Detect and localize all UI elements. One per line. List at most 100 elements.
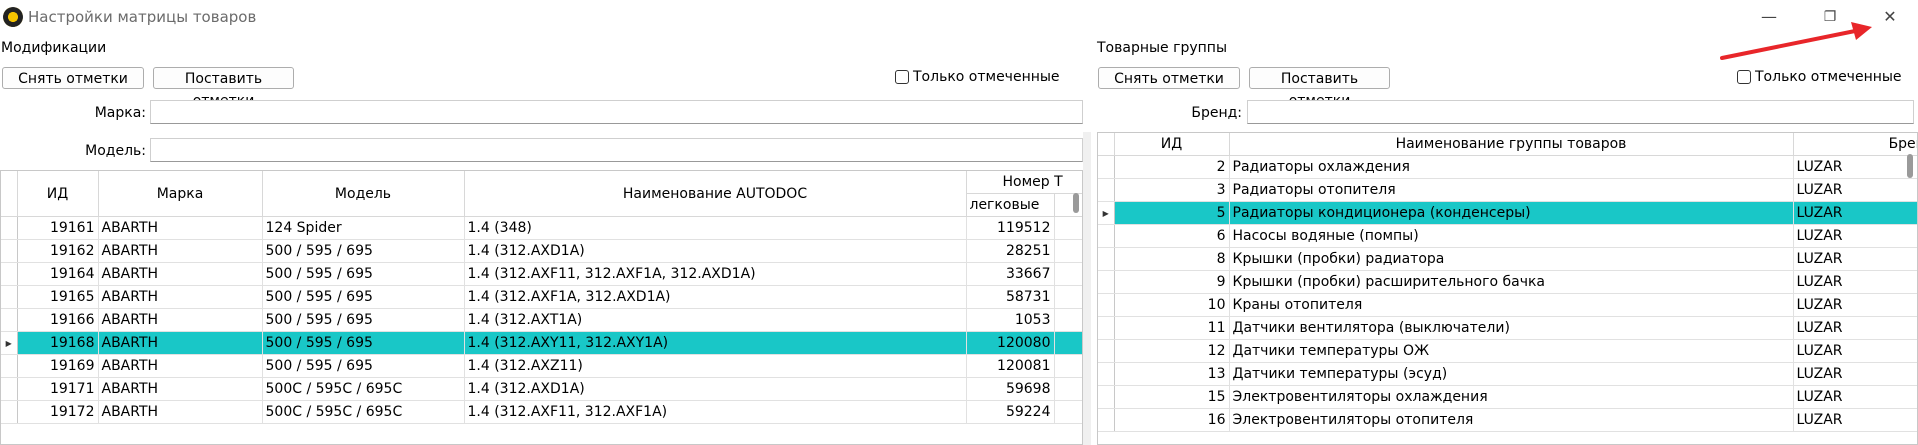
product-group-row[interactable]: 15 Электровентиляторы охлаждения LUZAR [1098, 385, 1917, 409]
product-group-row[interactable]: 2 Радиаторы охлаждения LUZAR [1098, 155, 1917, 179]
cell-autodoc-name[interactable]: 1.4 (312.AXF11, 312.AXF1A, 312.AXD1A) [464, 262, 967, 286]
row-selector[interactable] [1098, 408, 1115, 432]
cell-model[interactable]: 500 / 595 / 695 [262, 331, 465, 355]
modification-row[interactable]: 19161 ABARTH 124 Spider 1.4 (348) 119512 [1, 216, 1082, 240]
product-group-row[interactable]: 12 Датчики температуры ОЖ LUZAR [1098, 339, 1917, 363]
checkbox-box[interactable] [895, 70, 909, 84]
row-selector[interactable] [1098, 224, 1115, 248]
cell-brand[interactable]: ABARTH [98, 377, 263, 401]
cell-group-name[interactable]: Насосы водяные (помпы) [1229, 224, 1794, 248]
right-clear-marks-button[interactable]: Снять отметки [1098, 67, 1240, 89]
product-group-row[interactable]: 8 Крышки (пробки) радиатора LUZAR [1098, 247, 1917, 271]
cell-group-brand[interactable]: LUZAR [1793, 201, 1917, 225]
right-only-marked-checkbox[interactable]: Только отмеченные [1737, 69, 1902, 85]
cell-id[interactable]: 19162 [17, 239, 99, 263]
col-header-group-brand[interactable]: Бренд [1793, 133, 1917, 156]
cell-cars-number[interactable]: 120080 [966, 331, 1055, 355]
cell-model[interactable]: 500 / 595 / 695 [262, 308, 465, 332]
modification-row[interactable]: 19169 ABARTH 500 / 595 / 695 1.4 (312.AXZ11… [1, 354, 1082, 378]
modification-row[interactable]: ▶ 19168 ABARTH 500 / 595 / 695 1.4 (312.AXY1… [1, 331, 1082, 355]
cell-group-brand[interactable]: LUZAR [1793, 362, 1917, 386]
cell-model[interactable]: 500 / 595 / 695 [262, 285, 465, 309]
right-vertical-scrollbar[interactable] [1907, 154, 1913, 178]
cell-cars-number[interactable]: 59698 [966, 377, 1055, 401]
modification-row[interactable]: 19171 ABARTH 500C / 595C / 695C 1.4 (312.AX… [1, 377, 1082, 401]
cell-brand[interactable]: ABARTH [98, 331, 263, 355]
product-group-row[interactable]: ▶ 5 Радиаторы кондиционера (конденсеры) LUZ… [1098, 201, 1917, 225]
row-selector[interactable]: ▶ [1098, 201, 1115, 225]
row-selector[interactable] [1098, 316, 1115, 340]
row-selector[interactable] [1, 239, 18, 263]
left-only-marked-checkbox[interactable]: Только отмеченные [895, 69, 1060, 85]
row-selector[interactable] [1, 216, 18, 240]
cell-brand[interactable]: ABARTH [98, 216, 263, 240]
minimize-button[interactable]: — [1757, 6, 1781, 28]
cell-model[interactable]: 500 / 595 / 695 [262, 239, 465, 263]
cell-model[interactable]: 500 / 595 / 695 [262, 262, 465, 286]
cell-autodoc-name[interactable]: 1.4 (312.AXY11, 312.AXY1A) [464, 331, 967, 355]
product-group-row[interactable]: 13 Датчики температуры (эсуд) LUZAR [1098, 362, 1917, 386]
cell-group-brand[interactable]: LUZAR [1793, 339, 1917, 363]
modification-row[interactable]: 19162 ABARTH 500 / 595 / 695 1.4 (312.AXD1A… [1, 239, 1082, 263]
product-group-row[interactable]: 3 Радиаторы отопителя LUZAR [1098, 178, 1917, 202]
row-selector[interactable] [1098, 155, 1115, 179]
cell-group-id[interactable]: 16 [1114, 408, 1230, 432]
cell-group-id[interactable]: 12 [1114, 339, 1230, 363]
cell-group-id[interactable]: 5 [1114, 201, 1230, 225]
col-header-group-name[interactable]: Наименование группы товаров [1229, 133, 1794, 156]
cell-extra[interactable] [1054, 308, 1082, 332]
cell-group-brand[interactable]: LUZAR [1793, 155, 1917, 179]
modification-row[interactable]: 19164 ABARTH 500 / 595 / 695 1.4 (312.AXF11… [1, 262, 1082, 286]
cell-extra[interactable] [1054, 216, 1082, 240]
cell-model[interactable]: 124 Spider [262, 216, 465, 240]
cell-group-id[interactable]: 11 [1114, 316, 1230, 340]
cell-group-id[interactable]: 2 [1114, 155, 1230, 179]
cell-extra[interactable] [1054, 331, 1082, 355]
cell-extra[interactable] [1054, 400, 1082, 424]
cell-group-id[interactable]: 8 [1114, 247, 1230, 271]
cell-group-name[interactable]: Радиаторы охлаждения [1229, 155, 1794, 179]
cell-extra[interactable] [1054, 285, 1082, 309]
cell-group-id[interactable]: 6 [1114, 224, 1230, 248]
row-selector[interactable]: ▶ [1, 331, 18, 355]
row-selector[interactable] [1098, 339, 1115, 363]
cell-id[interactable]: 19165 [17, 285, 99, 309]
brand-filter-input[interactable] [150, 100, 1083, 124]
modification-row[interactable]: 19166 ABARTH 500 / 595 / 695 1.4 (312.AXT1A… [1, 308, 1082, 332]
cell-brand[interactable]: ABARTH [98, 400, 263, 424]
panel-splitter[interactable] [1083, 132, 1091, 445]
left-vertical-scrollbar[interactable] [1073, 193, 1079, 213]
cell-cars-number[interactable]: 119512 [966, 216, 1055, 240]
cell-group-id[interactable]: 10 [1114, 293, 1230, 317]
cell-group-id[interactable]: 9 [1114, 270, 1230, 294]
cell-extra[interactable] [1054, 262, 1082, 286]
product-group-row[interactable]: 6 Насосы водяные (помпы) LUZAR [1098, 224, 1917, 248]
col-header-model[interactable]: Модель [262, 171, 465, 217]
cell-extra[interactable] [1054, 354, 1082, 378]
cell-brand[interactable]: ABARTH [98, 308, 263, 332]
maximize-button[interactable]: ❐ [1818, 6, 1842, 28]
cell-group-id[interactable]: 3 [1114, 178, 1230, 202]
cell-cars-number[interactable]: 1053 [966, 308, 1055, 332]
col-header-autodoc-name[interactable]: Наименование AUTODOC [464, 171, 967, 217]
modification-row[interactable]: 19172 ABARTH 500C / 595C / 695C 1.4 (312.AX… [1, 400, 1082, 424]
product-group-row[interactable]: 9 Крышки (пробки) расширительного бачка LU… [1098, 270, 1917, 294]
cell-cars-number[interactable]: 120081 [966, 354, 1055, 378]
cell-group-brand[interactable]: LUZAR [1793, 316, 1917, 340]
cell-group-brand[interactable]: LUZAR [1793, 385, 1917, 409]
modification-row[interactable]: 19165 ABARTH 500 / 595 / 695 1.4 (312.AXF1A… [1, 285, 1082, 309]
cell-brand[interactable]: ABARTH [98, 262, 263, 286]
row-selector[interactable] [1, 285, 18, 309]
left-clear-marks-button[interactable]: Снять отметки [2, 67, 144, 89]
cell-extra[interactable] [1054, 239, 1082, 263]
cell-group-name[interactable]: Электровентиляторы охлаждения [1229, 385, 1794, 409]
product-groups-grid[interactable]: ИД Наименование группы товаров Бренд 2Ра… [1097, 132, 1918, 445]
cell-autodoc-name[interactable]: 1.4 (312.AXZ11) [464, 354, 967, 378]
col-header-group-id[interactable]: ИД [1114, 133, 1230, 156]
cell-id[interactable]: 19172 [17, 400, 99, 424]
cell-brand[interactable]: ABARTH [98, 354, 263, 378]
product-group-row[interactable]: 16 Электровентиляторы отопителя LUZAR [1098, 408, 1917, 432]
cell-autodoc-name[interactable]: 1.4 (312.AXD1A) [464, 239, 967, 263]
cell-id[interactable]: 19164 [17, 262, 99, 286]
cell-extra[interactable] [1054, 377, 1082, 401]
